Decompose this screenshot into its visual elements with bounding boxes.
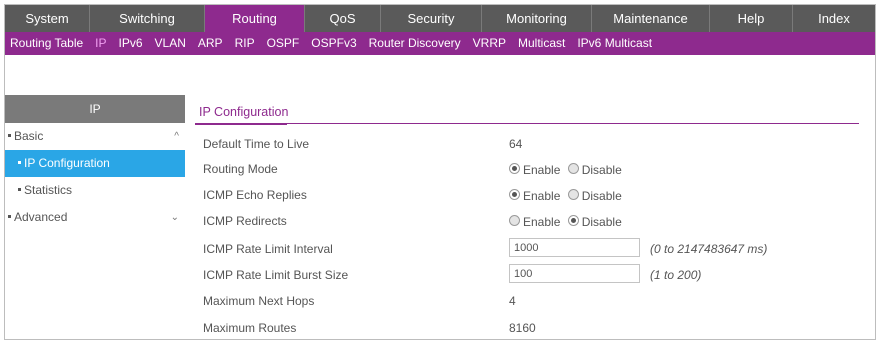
left-panel-title: IP (5, 95, 185, 123)
menu-item-label: Statistics (24, 183, 73, 197)
icmp-echo-enable-radio[interactable] (509, 189, 520, 201)
top-nav-help[interactable]: Help (710, 5, 793, 32)
range-hint: (1 to 200) (650, 268, 702, 282)
sub-nav: Routing Table IP IPv6 VLAN ARP RIP OSPF … (5, 32, 875, 55)
top-nav-routing[interactable]: Routing (205, 5, 305, 32)
sub-nav-router-discovery[interactable]: Router Discovery (363, 32, 467, 55)
radio-label: Enable (523, 188, 561, 203)
sub-nav-ip[interactable]: IP (89, 32, 112, 55)
max-routes-value: 8160 (509, 321, 536, 335)
tab-divider (195, 123, 859, 124)
top-nav-system[interactable]: System (5, 5, 90, 32)
radio-label: Disable (581, 188, 622, 203)
bullet-icon (18, 188, 21, 192)
sub-nav-ospf[interactable]: OSPF (261, 32, 306, 55)
top-nav-switching[interactable]: Switching (90, 5, 205, 32)
top-nav-monitoring[interactable]: Monitoring (482, 5, 592, 32)
field-label: ICMP Echo Replies (203, 188, 307, 202)
field-label: ICMP Rate Limit Interval (203, 242, 333, 256)
sub-nav-arp[interactable]: ARP (192, 32, 229, 55)
icmp-echo-radio-group: Enable Disable (509, 188, 626, 203)
menu-item-statistics[interactable]: Statistics (5, 177, 185, 204)
row-icmp-rate-limit-burst-size: ICMP Rate Limit Burst Size 100 (1 to 200… (195, 264, 859, 288)
sub-nav-routing-table[interactable]: Routing Table (5, 32, 89, 55)
menu-item-basic[interactable]: Basic ^ (5, 123, 185, 150)
menu-item-label: Basic (14, 129, 44, 143)
left-panel: IP Basic ^ IP Configuration Statistics A… (5, 95, 185, 231)
chevron-up-icon[interactable]: ^ (174, 123, 179, 150)
field-label: Routing Mode (203, 162, 278, 176)
sub-nav-ipv6[interactable]: IPv6 (113, 32, 149, 55)
tab-ip-configuration[interactable]: IP Configuration (195, 99, 288, 119)
field-label: Maximum Next Hops (203, 294, 315, 308)
icmp-redirects-radio-group: Enable Disable (509, 214, 626, 229)
bullet-icon (18, 161, 21, 165)
row-maximum-routes: Maximum Routes 8160 (195, 317, 859, 339)
top-nav-maintenance[interactable]: Maintenance (592, 5, 710, 32)
bullet-icon (8, 134, 11, 138)
row-maximum-next-hops: Maximum Next Hops 4 (195, 290, 859, 314)
range-hint: (0 to 2147483647 ms) (650, 242, 768, 256)
field-label: ICMP Redirects (203, 214, 287, 228)
sub-nav-multicast[interactable]: Multicast (512, 32, 571, 55)
row-default-ttl: Default Time to Live 64 (195, 133, 859, 157)
icmp-echo-disable-radio[interactable] (567, 189, 579, 201)
radio-label: Disable (581, 214, 622, 229)
top-nav-qos[interactable]: QoS (305, 5, 381, 32)
radio-label: Disable (581, 162, 622, 177)
chevron-down-icon[interactable]: ⌄ (171, 204, 179, 231)
top-nav-security[interactable]: Security (381, 5, 482, 32)
row-icmp-rate-limit-interval: ICMP Rate Limit Interval 1000 (0 to 2147… (195, 238, 859, 262)
burst-size-input[interactable]: 100 (509, 264, 640, 283)
icmp-redirects-enable-radio[interactable] (509, 215, 520, 227)
field-label: Default Time to Live (203, 137, 310, 151)
radio-label: Enable (523, 162, 561, 177)
sub-nav-vlan[interactable]: VLAN (149, 32, 192, 55)
row-icmp-redirects: ICMP Redirects Enable Disable (195, 210, 859, 234)
icmp-redirects-disable-radio[interactable] (567, 215, 579, 227)
top-nav-index[interactable]: Index (793, 5, 875, 32)
sub-nav-ospfv3[interactable]: OSPFv3 (305, 32, 362, 55)
ttl-value: 64 (509, 137, 523, 151)
radio-label: Enable (523, 214, 561, 229)
menu-item-label: IP Configuration (24, 156, 110, 170)
row-routing-mode: Routing Mode Enable Disable (195, 158, 859, 182)
field-label: Maximum Routes (203, 321, 297, 335)
routing-mode-enable-radio[interactable] (509, 163, 520, 175)
sub-nav-vrrp[interactable]: VRRP (467, 32, 512, 55)
menu-item-advanced[interactable]: Advanced ⌄ (5, 204, 185, 231)
routing-mode-disable-radio[interactable] (567, 163, 579, 175)
tab-active-underline (195, 123, 287, 125)
sub-nav-rip[interactable]: RIP (229, 32, 261, 55)
top-nav: System Switching Routing QoS Security Mo… (5, 5, 875, 32)
bullet-icon (8, 215, 11, 219)
sub-nav-ipv6-multicast[interactable]: IPv6 Multicast (571, 32, 658, 55)
row-icmp-echo-replies: ICMP Echo Replies Enable Disable (195, 184, 859, 208)
max-next-hops-value: 4 (509, 294, 516, 308)
routing-mode-radio-group: Enable Disable (509, 162, 626, 177)
rate-limit-interval-input[interactable]: 1000 (509, 238, 640, 257)
app-frame: System Switching Routing QoS Security Mo… (4, 4, 876, 340)
field-label: ICMP Rate Limit Burst Size (203, 268, 349, 282)
menu-item-label: Advanced (14, 210, 68, 224)
menu-item-ip-configuration[interactable]: IP Configuration (5, 150, 185, 177)
